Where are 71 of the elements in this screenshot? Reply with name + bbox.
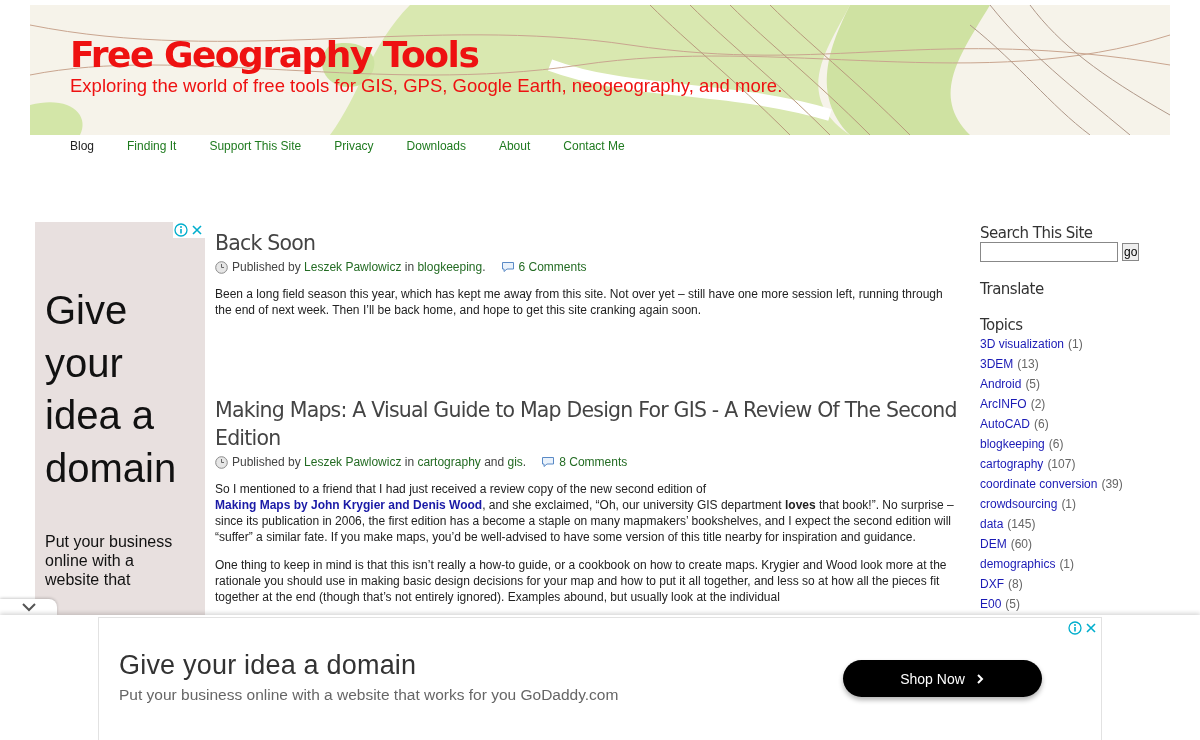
site-title[interactable]: Free Geography Tools	[70, 35, 479, 75]
meta-link[interactable]: Leszek Pawlowicz	[304, 455, 402, 469]
ad-headline[interactable]: Give your idea a domain	[35, 222, 205, 494]
topic-count: (1)	[1068, 337, 1083, 351]
meta-link[interactable]: gis	[507, 455, 523, 469]
ad-text[interactable]: Put your business online with a website that works for you GoDaddy.com	[119, 685, 819, 705]
close-icon	[190, 223, 204, 237]
meta-link[interactable]: Leszek Pawlowicz	[304, 260, 402, 274]
topic-count: (5)	[1005, 597, 1021, 611]
topic-link[interactable]: ArcINFO	[980, 397, 1027, 411]
nav-link[interactable]: About	[498, 139, 531, 159]
post-paragraph: So I mentioned to a friend that I had just received a review copy of the new second edition of Making Maps by John Krygier and Denis Wood, and she exclaimed, “Oh, our university GIS department loves that book!”. No surprise – since its publication in 2006, the first edition has a become a staple on many mapmakers’ bookshelves, and I expect the second edition will “suffer” a similar fate. If you make maps, you’d be well-advised to have some version of this title nearby for inspiration and guidance.	[215, 481, 955, 545]
topic-count: (1)	[1061, 497, 1077, 511]
topic-count: (107)	[1047, 457, 1076, 471]
topic-count: (13)	[1017, 357, 1039, 371]
topic-link[interactable]: AutoCAD	[980, 417, 1031, 431]
info-icon	[174, 223, 188, 237]
search-field[interactable]	[980, 242, 1118, 262]
topic-link[interactable]: 3DEM	[980, 357, 1014, 371]
topic-link[interactable]: cartography	[980, 457, 1044, 471]
widget-title: Topics	[980, 316, 1024, 334]
comment-icon	[500, 261, 515, 273]
topic-count: (8)	[1008, 577, 1023, 591]
post-title[interactable]: Making Maps: A Visual Guide to Map Design For GIS - A Review Of The Second Edition	[215, 396, 960, 452]
comments-link[interactable]: 8 Comments	[559, 455, 628, 469]
nav-link[interactable]: Blog	[70, 139, 95, 159]
site-tagline: Exploring the world of free tools for GIS, GPS, Google Earth, neogeography, and more.	[70, 75, 783, 97]
clock-icon	[215, 260, 228, 274]
nav-link[interactable]: Downloads	[406, 139, 466, 159]
ad-text[interactable]: Put your business online with a website that	[45, 532, 180, 589]
topic-link[interactable]: Android	[980, 377, 1022, 391]
topic-link[interactable]: blogkeeping	[980, 437, 1045, 451]
topic-link[interactable]: demographics	[980, 557, 1056, 571]
go-button[interactable]: go	[1122, 243, 1140, 261]
close-icon	[1084, 621, 1098, 635]
chevron-icon	[20, 602, 37, 612]
ad-headline[interactable]: Give your idea a domain	[119, 648, 819, 682]
topic-link[interactable]: coordinate conversion	[980, 477, 1098, 491]
nav-link[interactable]: Privacy	[334, 139, 374, 159]
meta-link[interactable]: cartography	[417, 455, 481, 469]
post-byline: Published by Leszek Pawlowicz in blogkeeping.	[232, 260, 486, 274]
topic-link[interactable]: data	[980, 517, 1004, 531]
topic-link[interactable]: DEM	[980, 537, 1007, 551]
nav-link[interactable]: Support This Site	[209, 139, 302, 159]
topic-count: (145)	[1007, 517, 1036, 531]
comments-link[interactable]: 6 Comments	[518, 260, 587, 274]
topic-link[interactable]: DXF	[980, 577, 1004, 591]
info-icon	[1068, 621, 1082, 635]
topic-count: (2)	[1030, 397, 1046, 411]
post-paragraph: Been a long field season this year, which has kept me away from this site. Not over yet – still have one more session left, running through the end of next week. Then I’ll be back home, and hope to get this site cranking again soon.	[215, 286, 944, 318]
post-byline: Published by Leszek Pawlowicz in cartography and gis.	[232, 455, 527, 469]
comment-icon	[541, 456, 556, 468]
topic-count: (5)	[1025, 377, 1041, 391]
nav-link[interactable]: Contact Me	[563, 139, 625, 159]
topic-count: (39)	[1101, 477, 1123, 491]
topic-link[interactable]: crowdsourcing	[980, 497, 1058, 511]
collapse-tab[interactable]	[0, 599, 57, 615]
post-paragraph: One thing to keep in mind is that this isn’t really a how-to guide, or a cookbook on how to create maps. Krygier and Wood look more at the rationale you should use in making basic design decisions for your map and how to put it all together, and less so at how all the pieces fit together at the end (though that’s not entirely ignored). Examples abound, but usually look at the individual	[215, 557, 948, 605]
topic-link[interactable]: 3D visualization	[980, 337, 1065, 351]
topic-count: (6)	[1034, 417, 1049, 431]
nav-link[interactable]: Finding It	[127, 139, 177, 159]
topic-count: (6)	[1048, 437, 1064, 451]
clock-icon	[215, 455, 228, 469]
post-title[interactable]: Back Soon	[215, 229, 960, 257]
shop-now-button[interactable]: Shop Now	[843, 660, 1042, 697]
topic-link[interactable]: E00	[980, 597, 1002, 611]
widget-title: Search This Site	[980, 224, 1094, 242]
widget-title: Translate	[980, 280, 1045, 298]
chevron-icon	[974, 672, 985, 685]
topic-count: (1)	[1059, 557, 1075, 571]
topic-count: (60)	[1010, 537, 1032, 551]
